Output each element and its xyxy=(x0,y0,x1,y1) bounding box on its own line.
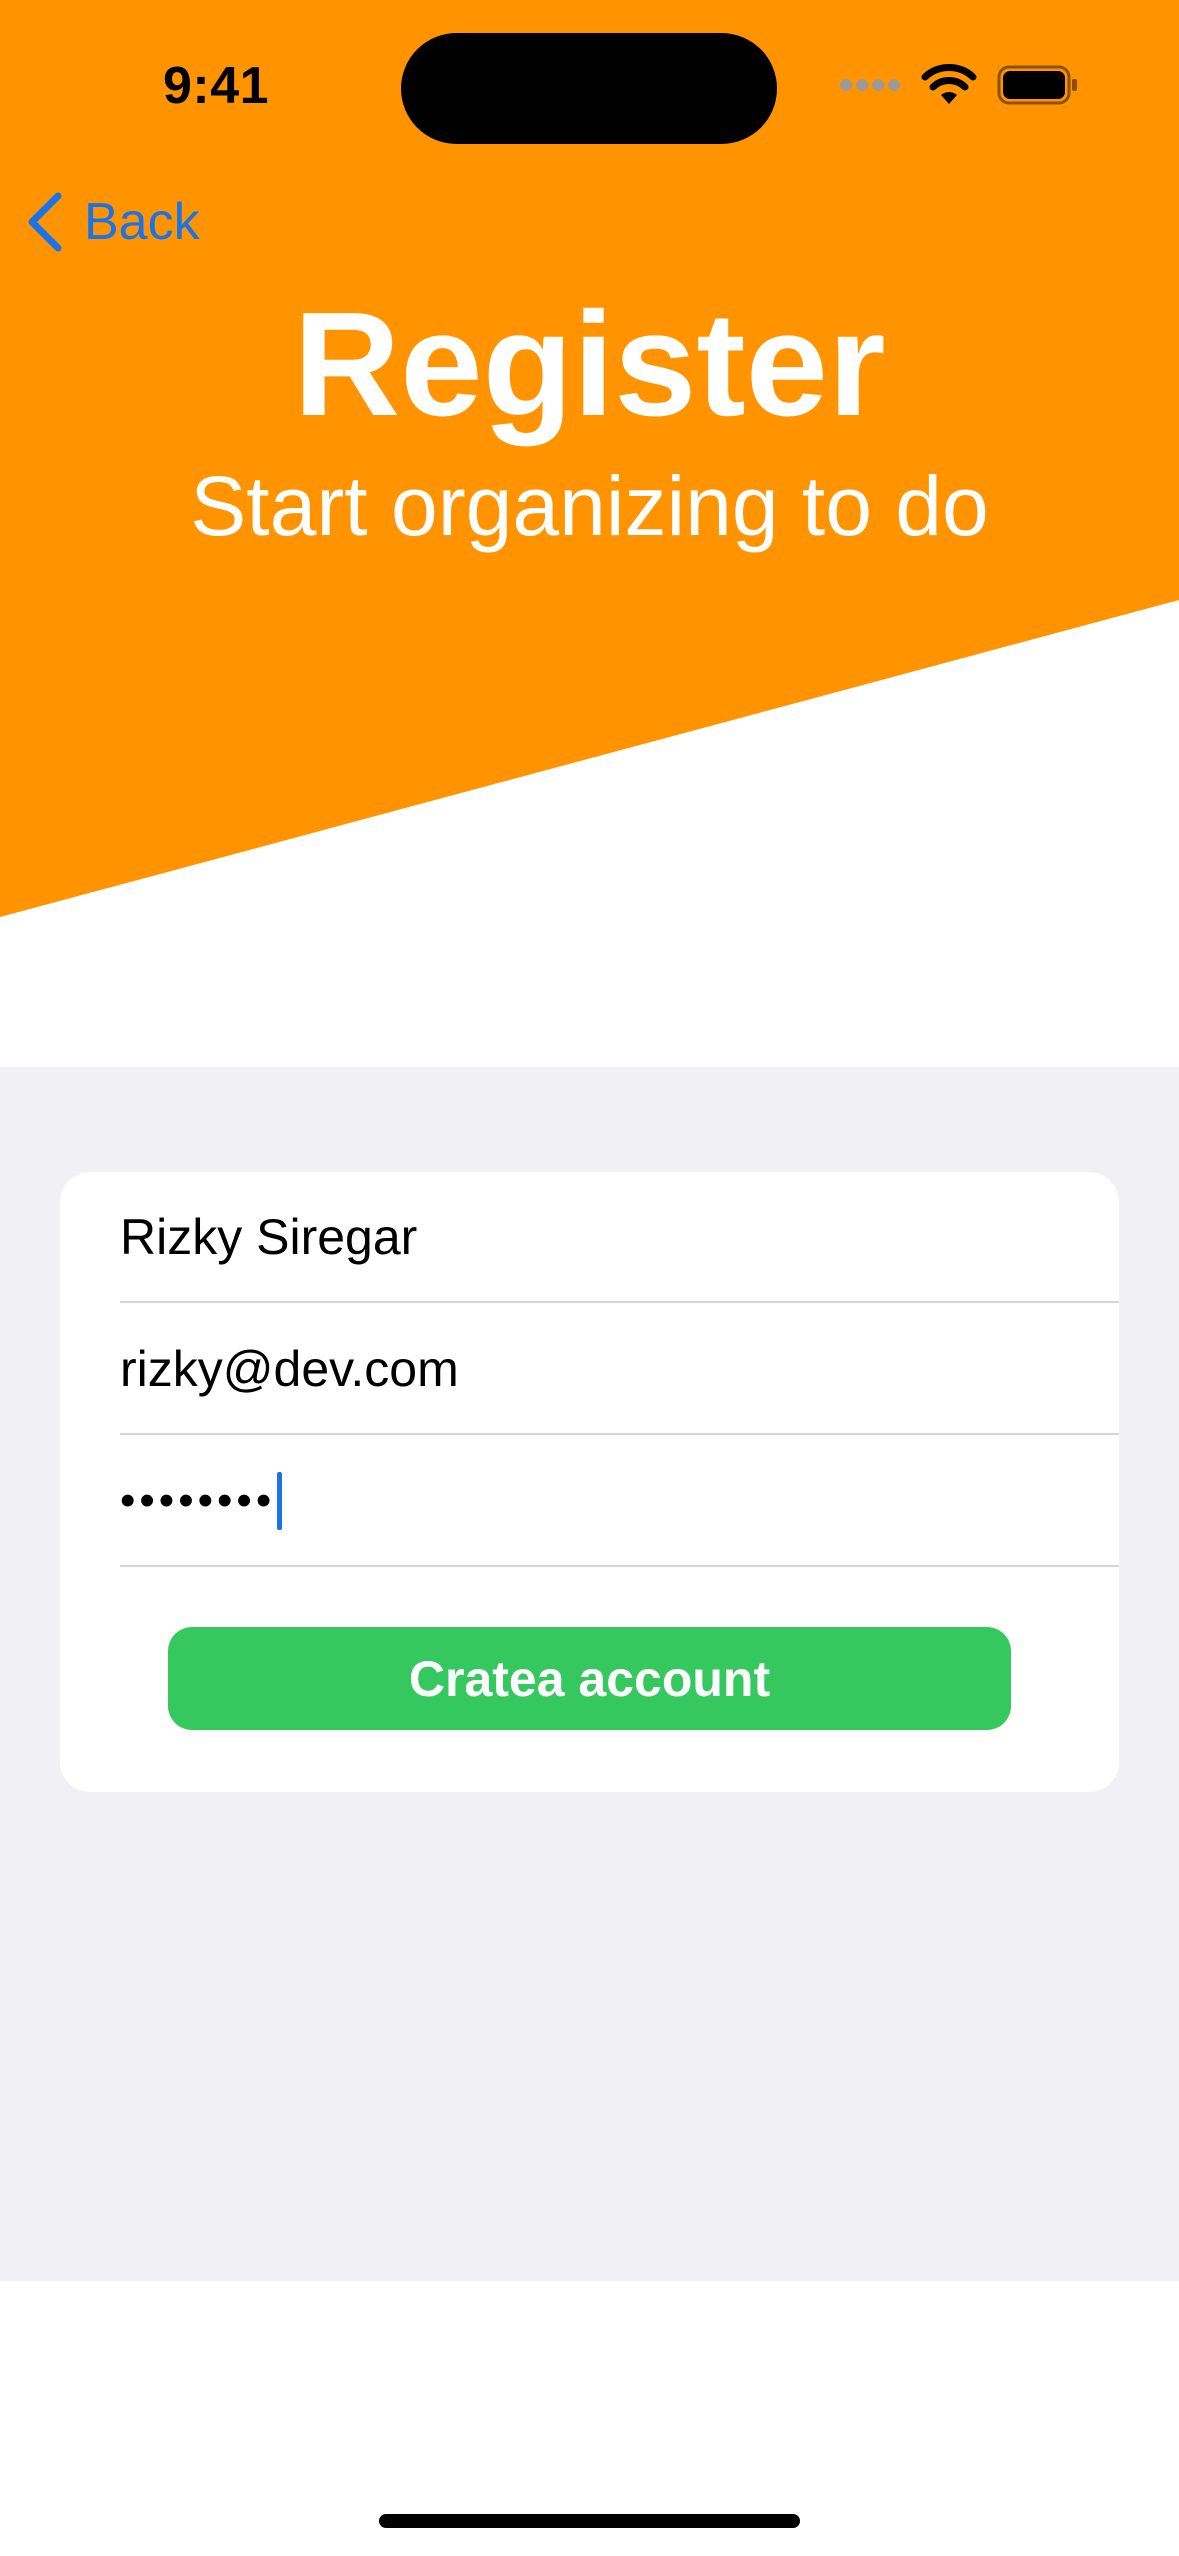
email-value: rizky@dev.com xyxy=(120,1340,459,1397)
status-bar: 9:41 xyxy=(0,0,1179,170)
cellular-signal-icon xyxy=(840,79,900,91)
status-time: 9:41 xyxy=(163,57,270,115)
create-account-button[interactable]: Cratea account xyxy=(168,1627,1011,1730)
status-icons xyxy=(839,64,1079,106)
email-field[interactable]: rizky@dev.com xyxy=(120,1304,1119,1435)
back-label: Back xyxy=(84,193,200,251)
back-button[interactable]: Back xyxy=(26,192,200,252)
name-field[interactable]: Rizky Siregar xyxy=(120,1172,1119,1303)
page-title: Register xyxy=(293,282,886,447)
home-indicator xyxy=(379,2514,800,2528)
register-screen: 9:41 Back Register Start organizing to d… xyxy=(0,0,1179,2556)
wifi-icon xyxy=(921,64,977,104)
chevron-left-icon xyxy=(28,192,62,252)
password-field[interactable]: •••••••• xyxy=(120,1436,1119,1567)
password-value: •••••••• xyxy=(120,1475,276,1525)
battery-icon xyxy=(997,65,1077,105)
dynamic-island xyxy=(401,33,777,144)
name-value: Rizky Siregar xyxy=(120,1208,418,1265)
form-area: Rizky Siregar rizky@dev.com •••••••• Cra… xyxy=(0,1067,1179,2281)
text-cursor xyxy=(277,1471,283,1530)
page-subtitle: Start organizing to do xyxy=(190,459,989,553)
registration-card: Rizky Siregar rizky@dev.com •••••••• Cra… xyxy=(60,1172,1119,1792)
